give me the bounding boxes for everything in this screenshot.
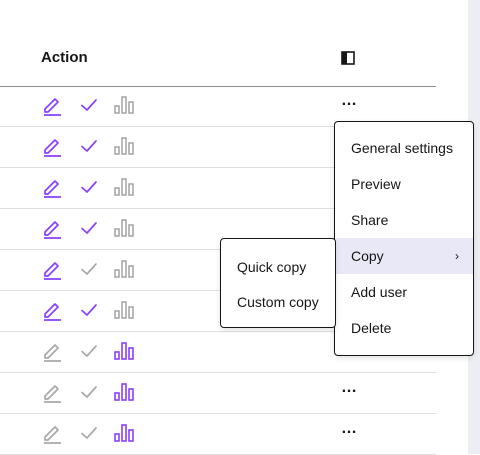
table-row: … bbox=[0, 414, 436, 455]
edit-pencil-icon[interactable] bbox=[41, 258, 63, 280]
edit-pencil-icon[interactable] bbox=[41, 340, 63, 362]
menu-item-preview[interactable]: Preview bbox=[335, 166, 473, 202]
edit-pencil-icon[interactable] bbox=[41, 94, 63, 116]
submenu-item-quick-copy[interactable]: Quick copy bbox=[221, 249, 335, 285]
checkmark-icon[interactable] bbox=[78, 422, 100, 444]
bar-chart-icon[interactable] bbox=[113, 94, 135, 116]
bar-chart-icon[interactable] bbox=[113, 135, 135, 157]
column-toggle-icon[interactable] bbox=[341, 51, 355, 65]
bar-chart-icon[interactable] bbox=[113, 422, 135, 444]
overflow-menu: General settings Preview Share Copy › Ad… bbox=[334, 121, 474, 356]
bar-chart-icon[interactable] bbox=[113, 258, 135, 280]
submenu-item-custom-copy[interactable]: Custom copy bbox=[221, 284, 335, 320]
column-header-action: Action bbox=[41, 49, 88, 66]
edit-pencil-icon[interactable] bbox=[41, 217, 63, 239]
checkmark-icon[interactable] bbox=[78, 381, 100, 403]
checkmark-icon[interactable] bbox=[78, 94, 100, 116]
menu-item-label: General settings bbox=[351, 140, 453, 156]
menu-item-copy[interactable]: Copy › bbox=[335, 238, 473, 274]
edit-pencil-icon[interactable] bbox=[41, 299, 63, 321]
bar-chart-icon[interactable] bbox=[113, 299, 135, 321]
menu-item-label: Add user bbox=[351, 284, 408, 300]
menu-item-share[interactable]: Share bbox=[335, 202, 473, 238]
bar-chart-icon[interactable] bbox=[113, 176, 135, 198]
menu-item-general-settings[interactable]: General settings bbox=[335, 130, 473, 166]
checkmark-icon[interactable] bbox=[78, 217, 100, 239]
table-header: Action bbox=[0, 0, 436, 87]
bar-chart-icon[interactable] bbox=[113, 340, 135, 362]
edit-pencil-icon[interactable] bbox=[41, 135, 63, 157]
checkmark-icon[interactable] bbox=[78, 340, 100, 362]
chevron-right-icon: › bbox=[455, 249, 459, 263]
menu-item-label: Share bbox=[351, 212, 389, 228]
copy-submenu: Quick copy Custom copy bbox=[220, 238, 336, 328]
menu-item-label: Quick copy bbox=[237, 259, 307, 275]
checkmark-icon[interactable] bbox=[78, 176, 100, 198]
table-row: … bbox=[0, 373, 436, 414]
checkmark-icon[interactable] bbox=[78, 258, 100, 280]
menu-item-add-user[interactable]: Add user bbox=[335, 274, 473, 310]
menu-item-label: Delete bbox=[351, 320, 392, 336]
overflow-menu-icon[interactable]: … bbox=[341, 93, 357, 112]
edit-pencil-icon[interactable] bbox=[41, 176, 63, 198]
bar-chart-icon[interactable] bbox=[113, 381, 135, 403]
edit-pencil-icon[interactable] bbox=[41, 422, 63, 444]
menu-item-delete[interactable]: Delete bbox=[335, 310, 473, 346]
checkmark-icon[interactable] bbox=[78, 135, 100, 157]
overflow-menu-icon[interactable]: … bbox=[341, 421, 357, 440]
menu-item-label: Custom copy bbox=[237, 294, 319, 310]
menu-item-label: Preview bbox=[351, 176, 401, 192]
menu-item-label: Copy bbox=[351, 248, 384, 264]
overflow-menu-icon[interactable]: … bbox=[341, 380, 357, 399]
bar-chart-icon[interactable] bbox=[113, 217, 135, 239]
checkmark-icon[interactable] bbox=[78, 299, 100, 321]
edit-pencil-icon[interactable] bbox=[41, 381, 63, 403]
